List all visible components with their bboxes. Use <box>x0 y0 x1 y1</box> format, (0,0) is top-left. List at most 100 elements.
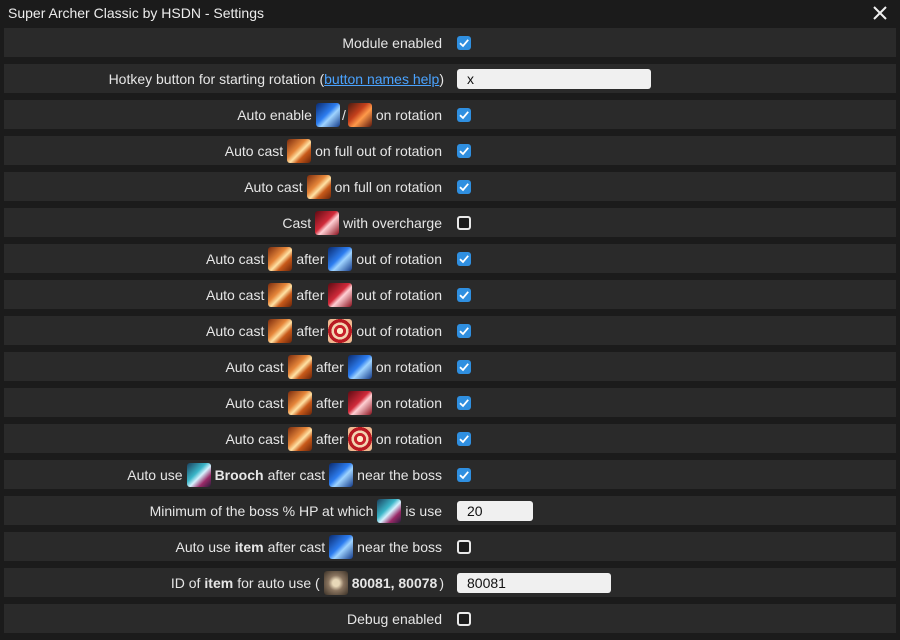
setting-row-after-target-on: Auto cast after on rotation <box>4 424 896 453</box>
setting-row-hotkey: Hotkey button for starting rotation (but… <box>4 64 896 93</box>
setting-row-item-use: Auto use item after cast near the boss <box>4 532 896 561</box>
setting-label: Auto cast <box>205 322 265 339</box>
setting-row-after-blue-on: Auto cast after on rotation <box>4 352 896 381</box>
setting-label-bold: item <box>234 538 264 555</box>
arrow-skill-icon <box>268 246 293 271</box>
blue-swirl-skill-icon <box>329 534 354 559</box>
setting-label: ID of <box>170 574 201 591</box>
setting-label-bold: item <box>204 574 234 591</box>
cast-full-on-checkbox[interactable] <box>457 179 471 194</box>
target-skill-icon <box>328 318 353 343</box>
item-use-checkbox[interactable] <box>457 539 471 554</box>
setting-label: on rotation <box>375 106 442 123</box>
hotkey-input[interactable] <box>457 68 651 89</box>
fire-burst-skill-icon <box>347 102 372 127</box>
setting-row-auto-enable: Auto enable / on rotation <box>4 100 896 129</box>
red-claw-skill-icon <box>347 390 372 415</box>
arrow-skill-icon <box>268 318 293 343</box>
min-hp-input[interactable] <box>457 500 533 521</box>
setting-label: Hotkey button for starting rotation ( <box>108 70 325 87</box>
setting-label: on rotation <box>375 394 442 411</box>
brooch-icon <box>186 462 211 487</box>
setting-label: Auto cast <box>205 286 265 303</box>
setting-row-min-hp: Minimum of the boss % HP at which is use <box>4 496 896 525</box>
setting-label: Debug enabled <box>347 610 442 627</box>
setting-label: after cast <box>267 466 326 483</box>
setting-label-bold: Brooch <box>214 466 264 483</box>
setting-label: out of rotation <box>356 322 442 339</box>
arrow-skill-icon <box>306 174 331 199</box>
setting-row-after-blue-out: Auto cast after out of rotation <box>4 244 896 273</box>
title-bar: Super Archer Classic by HSDN - Settings <box>0 0 900 25</box>
target-skill-icon <box>347 426 372 451</box>
setting-label: Auto cast <box>205 250 265 267</box>
auto-enable-checkbox[interactable] <box>457 107 471 122</box>
item-icon <box>323 570 348 595</box>
arrow-skill-icon <box>268 282 293 307</box>
setting-row-cast-full-on: Auto cast on full on rotation <box>4 172 896 201</box>
settings-list: Module enabled Hotkey button for startin… <box>4 28 896 640</box>
setting-row-item-id: ID of item for auto use ( 80081, 80078 ) <box>4 568 896 597</box>
setting-row-debug: Debug enabled <box>4 604 896 633</box>
setting-label: Auto cast <box>225 394 284 411</box>
setting-label: after <box>296 322 325 339</box>
setting-label: near the boss <box>357 466 442 483</box>
setting-label: Module enabled <box>342 34 442 51</box>
setting-row-after-red-out: Auto cast after out of rotation <box>4 280 896 309</box>
setting-row-after-red-on: Auto cast after on rotation <box>4 388 896 417</box>
setting-label: on rotation <box>375 358 442 375</box>
after-red-out-checkbox[interactable] <box>457 287 471 302</box>
setting-label: after <box>315 358 344 375</box>
setting-row-brooch: Auto use Brooch after cast near the boss <box>4 460 896 489</box>
setting-row-overcharge: Cast with overcharge <box>4 208 896 237</box>
close-icon[interactable] <box>868 1 892 25</box>
brooch-checkbox[interactable] <box>457 467 471 482</box>
setting-row-module-enabled: Module enabled <box>4 28 896 57</box>
setting-label: Auto cast <box>225 358 284 375</box>
setting-label: with overcharge <box>343 214 442 231</box>
red-claw-skill-icon <box>315 210 340 235</box>
setting-label: Auto cast <box>225 430 284 447</box>
after-target-on-checkbox[interactable] <box>457 431 471 446</box>
setting-row-after-target-out: Auto cast after out of rotation <box>4 316 896 345</box>
item-id-input[interactable] <box>457 572 611 593</box>
setting-label-suffix: ) <box>439 70 444 87</box>
overcharge-checkbox[interactable] <box>457 215 471 230</box>
setting-label: on full on rotation <box>334 178 442 195</box>
debug-enabled-checkbox[interactable] <box>457 611 471 626</box>
cast-full-out-checkbox[interactable] <box>457 143 471 158</box>
setting-label: Auto enable <box>237 106 312 123</box>
setting-label: after cast <box>267 538 326 555</box>
after-blue-on-checkbox[interactable] <box>457 359 471 374</box>
brooch-icon <box>377 498 402 523</box>
arrow-skill-icon <box>287 426 312 451</box>
setting-label: Auto use <box>127 466 183 483</box>
setting-label: on full out of rotation <box>315 142 442 159</box>
slash-separator: / <box>341 106 346 123</box>
button-names-help-link[interactable]: button names help <box>324 71 439 87</box>
setting-label: out of rotation <box>356 250 442 267</box>
after-blue-out-checkbox[interactable] <box>457 251 471 266</box>
setting-label: for auto use ( <box>237 574 320 591</box>
setting-label: on rotation <box>375 430 442 447</box>
after-red-on-checkbox[interactable] <box>457 395 471 410</box>
setting-label-suffix: ) <box>439 574 444 591</box>
setting-label: Auto use <box>175 538 231 555</box>
setting-label: after <box>296 250 325 267</box>
arrow-skill-icon <box>287 138 312 163</box>
setting-row-cast-full-out: Auto cast on full out of rotation <box>4 136 896 165</box>
arrow-skill-icon <box>287 354 312 379</box>
setting-label: is use <box>405 502 442 519</box>
after-target-out-checkbox[interactable] <box>457 323 471 338</box>
setting-label-bold: 80081, 80078 <box>351 574 438 591</box>
blue-swirl-skill-icon <box>347 354 372 379</box>
setting-label: out of rotation <box>356 286 442 303</box>
blue-swirl-skill-icon <box>315 102 340 127</box>
setting-label: Cast <box>282 214 312 231</box>
module-enabled-checkbox[interactable] <box>457 35 471 50</box>
blue-swirl-skill-icon <box>329 462 354 487</box>
setting-label: Minimum of the boss % HP at which <box>149 502 374 519</box>
setting-label: after <box>296 286 325 303</box>
blue-swirl-skill-icon <box>328 246 353 271</box>
arrow-skill-icon <box>287 390 312 415</box>
